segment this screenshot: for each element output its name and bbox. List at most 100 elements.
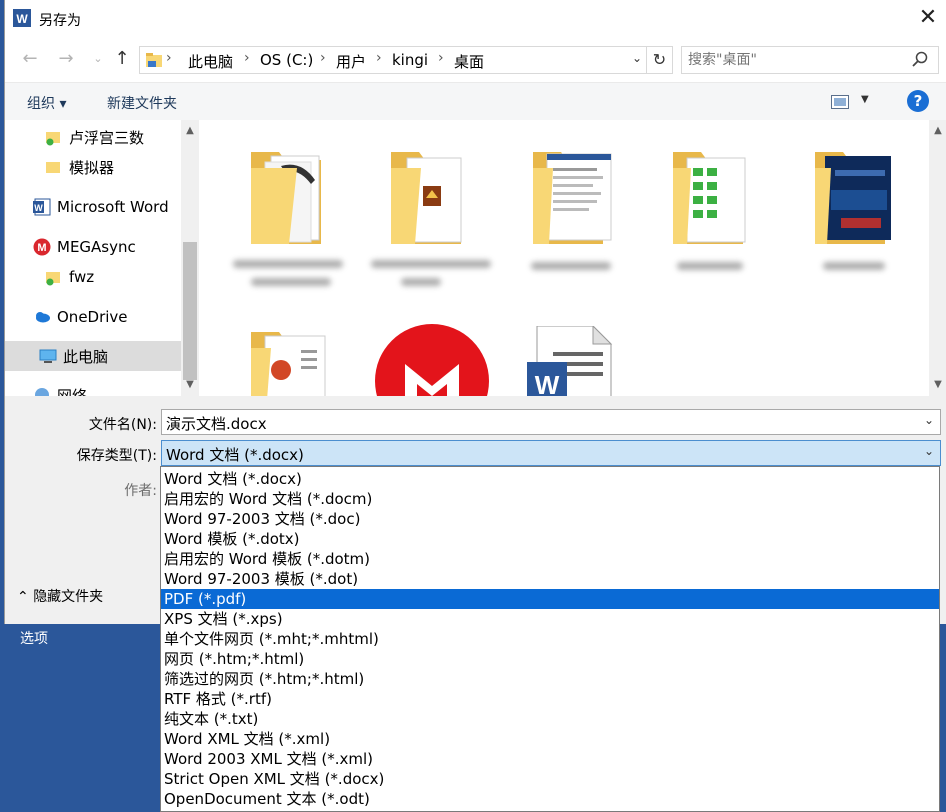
filetype-option[interactable]: Word 模板 (*.dotx)	[161, 529, 939, 549]
folder-icon	[673, 152, 746, 244]
chevron-up-icon: ⌃	[17, 589, 29, 605]
filename-field[interactable]: 演示文档.docx ⌄	[161, 409, 941, 435]
file-item[interactable]	[523, 140, 633, 290]
file-item[interactable]	[663, 140, 773, 290]
filetype-option[interactable]: Word 文档 (*.docx)	[161, 469, 939, 489]
chevron-down-icon[interactable]: ⌄	[924, 413, 934, 427]
filetype-label: 保存类型(T):	[76, 448, 157, 464]
address-bar[interactable]: › 此电脑 › OS (C:) › 用户 › kingi › 桌面 ⌄ ↻	[139, 46, 673, 74]
filetype-option[interactable]: 纯文本 (*.txt)	[161, 709, 939, 729]
blurred-filename	[677, 262, 743, 270]
nav-item-folder[interactable]: 模拟器	[45, 152, 185, 182]
blurred-filename	[401, 278, 441, 286]
network-icon	[35, 388, 49, 396]
filetype-select[interactable]: Word 文档 (*.docx) ⌄	[161, 440, 941, 466]
filetype-option[interactable]: Word 2003 XML 文档 (*.xml)	[161, 749, 939, 769]
filetype-option[interactable]: XPS 文档 (*.xps)	[161, 609, 939, 629]
word-document-icon: W	[527, 324, 613, 396]
breadcrumb-desktop[interactable]: 桌面	[454, 51, 484, 72]
close-button[interactable]: ✕	[913, 4, 943, 34]
computer-icon	[39, 349, 57, 363]
forward-arrow-icon[interactable]: →	[53, 46, 79, 72]
author-label: 作者:	[124, 483, 157, 499]
nav-item-megasync[interactable]: M MEGAsync	[33, 232, 185, 262]
file-list-scrollbar[interactable]: ▲ ▼	[929, 120, 946, 396]
scroll-thumb[interactable]	[183, 242, 197, 380]
nav-item-label: fwz	[69, 268, 95, 286]
svg-text:M: M	[37, 242, 46, 254]
back-arrow-icon[interactable]: ←	[17, 46, 43, 72]
new-folder-button[interactable]: 新建文件夹	[107, 93, 177, 113]
command-toolbar: 组织 ▾ 新建文件夹 ▼ ?	[5, 82, 946, 120]
word-app-icon: W	[13, 9, 31, 27]
blurred-filename	[823, 262, 885, 270]
options-link[interactable]: 选项	[20, 628, 48, 648]
filetype-option[interactable]: OpenDocument 文本 (*.odt)	[161, 789, 939, 809]
hide-folders-button[interactable]: ⌃ 隐藏文件夹	[17, 586, 103, 606]
crumb-separator: ›	[166, 50, 172, 66]
folder-icon	[391, 152, 462, 244]
nav-item-network[interactable]: 网络	[33, 380, 185, 396]
dialog-title: 另存为	[39, 13, 81, 29]
nav-item-label: 卢浮宫三数	[69, 128, 145, 147]
file-item[interactable]	[241, 320, 351, 396]
filetype-option[interactable]: 单个文件网页 (*.mht;*.mhtml)	[161, 629, 939, 649]
filetype-option[interactable]: 网页 (*.htm;*.html)	[161, 649, 939, 669]
cloud-icon	[36, 312, 50, 323]
search-icon[interactable]	[912, 51, 928, 67]
filetype-option[interactable]: Word 97-2003 模板 (*.dot)	[161, 569, 939, 589]
filetype-option[interactable]: Strict Open XML 文档 (*.docx)	[161, 769, 939, 789]
filename-label: 文件名(N):	[88, 417, 157, 433]
nav-item-microsoft-word[interactable]: W Microsoft Word	[33, 192, 185, 222]
breadcrumb-drive-c[interactable]: OS (C:)	[260, 51, 313, 69]
file-item[interactable]: W	[523, 324, 633, 396]
help-icon[interactable]: ?	[907, 90, 929, 112]
filetype-option[interactable]: Word 97-2003 文档 (*.doc)	[161, 509, 939, 529]
organize-button[interactable]: 组织 ▾	[27, 93, 66, 113]
crumb-separator: ›	[376, 50, 382, 66]
recent-locations-chevron-icon[interactable]: ⌄	[85, 46, 111, 72]
blurred-filename	[251, 278, 331, 286]
filetype-option[interactable]: 启用宏的 Word 模板 (*.dotm)	[161, 549, 939, 569]
chevron-down-icon[interactable]: ⌄	[924, 444, 934, 458]
nav-item-folder[interactable]: 卢浮宫三数	[45, 122, 185, 152]
nav-item-label: OneDrive	[57, 308, 128, 326]
search-box[interactable]	[681, 46, 939, 74]
folder-icon	[251, 332, 326, 396]
folder-icon	[46, 132, 60, 146]
up-arrow-icon[interactable]: ↑	[109, 46, 135, 72]
file-item[interactable]	[805, 140, 915, 290]
address-dropdown-icon[interactable]: ⌄	[632, 51, 642, 65]
nav-item-this-pc[interactable]: 此电脑	[5, 341, 185, 371]
filetype-option[interactable]: 筛选过的网页 (*.htm;*.html)	[161, 669, 939, 689]
search-input[interactable]	[688, 50, 898, 70]
nav-item-onedrive[interactable]: OneDrive	[33, 302, 185, 332]
filetype-option[interactable]: 启用宏的 Word 文档 (*.docm)	[161, 489, 939, 509]
folder-icon	[46, 162, 60, 173]
filetype-option[interactable]: Word XML 文档 (*.xml)	[161, 729, 939, 749]
breadcrumb-kingi[interactable]: kingi	[392, 51, 428, 69]
nav-pane-scrollbar[interactable]: ▲ ▼	[181, 120, 199, 396]
folder-icon	[815, 152, 891, 244]
navigation-pane: 卢浮宫三数 模拟器 W Microsoft Word M MEGAsync fw…	[5, 120, 201, 396]
filetype-option-selected[interactable]: PDF (*.pdf)	[161, 589, 939, 609]
scroll-down-icon[interactable]: ▼	[929, 376, 946, 394]
breadcrumb-users[interactable]: 用户	[336, 51, 366, 72]
file-item[interactable]	[371, 140, 491, 290]
nav-item-folder[interactable]: fwz	[45, 262, 185, 292]
scroll-down-icon[interactable]: ▼	[181, 376, 199, 394]
file-item[interactable]	[375, 324, 489, 396]
filetype-dropdown-list: Word 文档 (*.docx) 启用宏的 Word 文档 (*.docm) W…	[160, 466, 940, 812]
nav-item-label: 模拟器	[69, 158, 115, 177]
svg-text:W: W	[16, 12, 28, 26]
scroll-up-icon[interactable]: ▲	[181, 122, 199, 140]
filetype-option[interactable]: RTF 格式 (*.rtf)	[161, 689, 939, 709]
navigation-bar: ← → ⌄ ↑ › 此电脑 › OS (C:) › 用户 › kingi › 桌…	[5, 40, 946, 80]
breadcrumb-this-pc[interactable]: 此电脑	[188, 51, 233, 72]
view-dropdown-icon[interactable]: ▼	[861, 94, 869, 105]
scroll-up-icon[interactable]: ▲	[929, 122, 946, 140]
filetype-value: Word 文档 (*.docx)	[166, 446, 304, 464]
file-item[interactable]	[233, 140, 351, 290]
refresh-icon[interactable]: ↻	[646, 47, 672, 73]
view-options-icon[interactable]	[831, 95, 849, 109]
